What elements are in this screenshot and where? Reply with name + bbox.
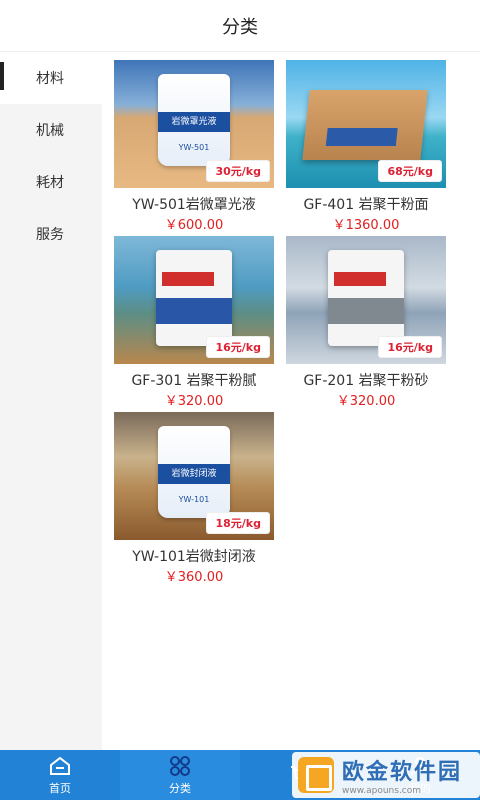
bag-image bbox=[156, 250, 232, 346]
bucket-image: 岩微罩光液 YW-501 bbox=[158, 74, 230, 166]
product-card[interactable]: 68元/kg GF-401 岩聚干粉面 ￥1360.00 bbox=[286, 60, 446, 233]
price-tag: 16元/kg bbox=[378, 336, 442, 358]
bucket-image: 岩微封闭液 YW-101 bbox=[158, 426, 230, 518]
product-price: ￥600.00 bbox=[164, 218, 224, 233]
product-price: ￥320.00 bbox=[336, 394, 396, 409]
sidebar-item-machinery[interactable]: 机械 bbox=[0, 104, 102, 156]
bag-image bbox=[328, 250, 404, 346]
category-icon bbox=[170, 756, 190, 776]
sidebar-item-label: 材料 bbox=[36, 71, 64, 87]
product-name: GF-201 岩聚干粉砂 bbox=[303, 373, 429, 389]
product-image: 岩微罩光液 YW-501 30元/kg bbox=[114, 60, 274, 188]
product-grid: 岩微罩光液 YW-501 30元/kg YW-501岩微罩光液 ￥600.00 … bbox=[102, 52, 480, 750]
home-icon bbox=[50, 756, 70, 775]
sidebar-item-label: 机械 bbox=[36, 123, 64, 139]
product-card[interactable]: 岩微封闭液 YW-101 18元/kg YW-101岩微封闭液 ￥360.00 bbox=[114, 412, 274, 585]
sidebar-item-materials[interactable]: 材料 bbox=[0, 52, 102, 104]
watermark-overlay: 欧金软件园 www.apouns.com bbox=[292, 752, 480, 798]
sidebar-item-label: 耗材 bbox=[36, 175, 64, 191]
product-price: ￥360.00 bbox=[164, 570, 224, 585]
product-price: ￥320.00 bbox=[164, 394, 224, 409]
price-tag: 18元/kg bbox=[206, 512, 270, 534]
product-image: 岩微封闭液 YW-101 18元/kg bbox=[114, 412, 274, 540]
sidebar-item-services[interactable]: 服务 bbox=[0, 208, 102, 260]
product-image: 16元/kg bbox=[114, 236, 274, 364]
watermark-text: 欧金软件园 bbox=[342, 760, 463, 785]
sidebar-item-label: 服务 bbox=[36, 227, 64, 243]
watermark-logo-icon bbox=[298, 757, 334, 793]
product-name: YW-501岩微罩光液 bbox=[132, 197, 256, 213]
tab-home[interactable]: 首页 bbox=[0, 750, 120, 800]
price-tag: 68元/kg bbox=[378, 160, 442, 182]
watermark-url: www.apouns.com bbox=[342, 786, 422, 796]
product-image: 16元/kg bbox=[286, 236, 446, 364]
product-card[interactable]: 岩微罩光液 YW-501 30元/kg YW-501岩微罩光液 ￥600.00 bbox=[114, 60, 274, 233]
tab-category[interactable]: 分类 bbox=[120, 750, 240, 800]
category-sidebar: 材料 机械 耗材 服务 bbox=[0, 52, 102, 750]
product-name: GF-301 岩聚干粉腻 bbox=[131, 373, 257, 389]
sidebar-item-consumables[interactable]: 耗材 bbox=[0, 156, 102, 208]
product-name: GF-401 岩聚干粉面 bbox=[303, 197, 429, 213]
product-card[interactable]: 16元/kg GF-201 岩聚干粉砂 ￥320.00 bbox=[286, 236, 446, 409]
page-header: 分类 bbox=[0, 0, 480, 52]
price-tag: 16元/kg bbox=[206, 336, 270, 358]
product-card[interactable]: 16元/kg GF-301 岩聚干粉腻 ￥320.00 bbox=[114, 236, 274, 409]
page-title: 分类 bbox=[222, 16, 258, 38]
box-image bbox=[302, 90, 428, 160]
tab-label: 分类 bbox=[169, 782, 191, 795]
product-price: ￥1360.00 bbox=[332, 218, 400, 233]
product-name: YW-101岩微封闭液 bbox=[132, 549, 256, 565]
tab-label: 首页 bbox=[49, 782, 71, 795]
product-image: 68元/kg bbox=[286, 60, 446, 188]
price-tag: 30元/kg bbox=[206, 160, 270, 182]
